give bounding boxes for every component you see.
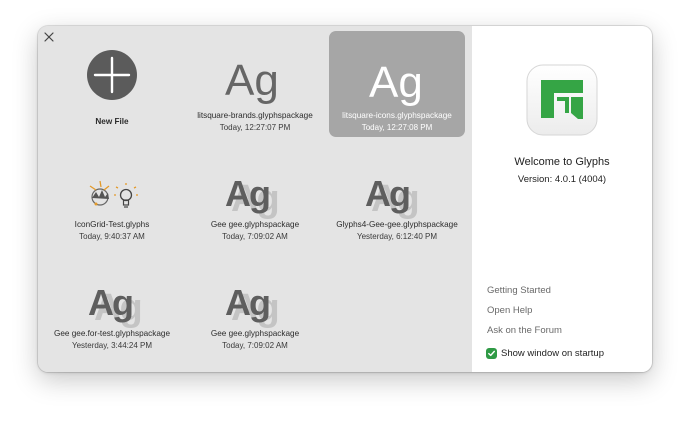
preview-glyphs: Ag — [88, 282, 134, 323]
preview-glyphs: Ag — [365, 173, 411, 214]
recent-file-item[interactable]: IconGrid-Test.glyphs Today, 9:40:37 AM — [44, 140, 180, 246]
recent-file-item[interactable]: Ag Ag Gee gee.for-test.glyphspackage Yes… — [44, 249, 180, 355]
file-preview: Ag Ag — [187, 140, 323, 220]
new-file-button[interactable]: New File — [44, 31, 180, 137]
lightbulb-icon — [114, 183, 138, 208]
file-name: litsquare-icons.glyphspackage — [342, 111, 452, 120]
getting-started-link[interactable]: Getting Started — [487, 285, 551, 296]
preview-glyphs: Ag — [225, 56, 279, 105]
file-name: Gee gee.for-test.glyphspackage — [53, 329, 171, 338]
brand-burst-icon — [89, 180, 110, 206]
recent-file-item[interactable]: Ag Ag Gee gee.glyphspackage Today, 7:09:… — [187, 249, 323, 355]
file-date: Yesterday, 3:44:24 PM — [71, 341, 153, 350]
startup-label: Show window on startup — [501, 348, 604, 359]
new-file-label: New File — [95, 117, 129, 126]
file-preview — [44, 140, 180, 220]
file-preview: Ag Ag — [187, 249, 323, 329]
file-date: Today, 7:09:02 AM — [222, 232, 288, 241]
new-file-preview — [44, 31, 180, 111]
file-date: Yesterday, 6:12:40 PM — [356, 232, 438, 241]
file-name: Gee gee.glyphspackage — [210, 220, 300, 229]
startup-checkbox[interactable] — [486, 348, 497, 359]
recent-file-item[interactable]: Ag Ag Gee gee.glyphspackage Today, 7:09:… — [187, 140, 323, 246]
file-name: Gee gee.glyphspackage — [210, 329, 300, 338]
forum-link[interactable]: Ask on the Forum — [487, 325, 562, 336]
open-help-link[interactable]: Open Help — [487, 305, 532, 316]
checkmark-icon — [488, 350, 495, 357]
plus-circle-icon — [87, 50, 137, 100]
file-date: Today, 9:40:37 AM — [79, 232, 145, 241]
glyphs-app-icon — [526, 64, 598, 136]
file-preview: Ag Ag — [44, 249, 180, 329]
file-name: IconGrid-Test.glyphs — [74, 220, 150, 229]
file-name: litsquare-brands.glyphspackage — [197, 111, 313, 120]
file-preview: Ag Ag — [329, 140, 465, 220]
preview-glyphs: Ag — [225, 282, 271, 323]
recent-file-item-selected[interactable]: Ag litsquare-icons.glyphspackage Today, … — [329, 31, 465, 137]
preview-glyphs: Ag — [369, 58, 423, 107]
welcome-title: Welcome to Glyphs — [514, 156, 610, 168]
file-date: Today, 12:27:08 PM — [361, 123, 433, 132]
file-date: Today, 7:09:02 AM — [222, 341, 288, 350]
version-label: Version: 4.0.1 (4004) — [517, 174, 607, 185]
file-preview: Ag — [187, 31, 323, 111]
recent-file-item[interactable]: Ag Ag Glyphs4-Gee-gee.glyphspackage Yest… — [329, 140, 465, 246]
file-date: Today, 12:27:07 PM — [219, 123, 291, 132]
file-preview: Ag — [329, 31, 465, 111]
recent-files-pane: New File Ag litsquare-brands.glyphspacka… — [38, 26, 472, 372]
welcome-window: New File Ag litsquare-brands.glyphspacka… — [38, 26, 652, 372]
recent-file-item[interactable]: Ag litsquare-brands.glyphspackage Today,… — [187, 31, 323, 137]
welcome-pane: Welcome to Glyphs Version: 4.0.1 (4004) … — [472, 26, 652, 372]
preview-glyphs: Ag — [225, 173, 271, 214]
startup-option: Show window on startup — [486, 348, 604, 359]
file-name: Glyphs4-Gee-gee.glyphspackage — [336, 220, 458, 229]
